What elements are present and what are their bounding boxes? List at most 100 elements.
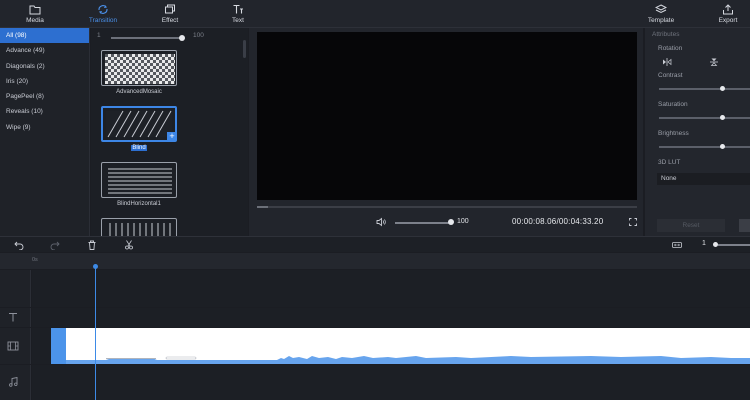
transition-item-advancedmosaic[interactable]: AdvancedMosaic [101, 50, 177, 95]
saturation-knob[interactable] [720, 115, 726, 120]
saturation-label: Saturation [658, 101, 688, 108]
top-toolbar: Media Transition Effect Text Template Ex… [0, 0, 750, 28]
volume-value: 100 [457, 218, 469, 225]
duration-max: 100 [193, 32, 204, 39]
layers-icon [655, 4, 667, 14]
flip-horizontal-icon[interactable] [662, 58, 672, 66]
media-button[interactable]: Media [15, 4, 55, 26]
contrast-label: Contrast [658, 72, 683, 79]
contrast-slider[interactable] [659, 88, 750, 90]
category-pagepeel[interactable]: PagePeel (8) [0, 89, 89, 104]
fit-timeline-icon[interactable] [672, 240, 682, 250]
zoom-value: 1 [702, 240, 706, 247]
export-label: Export [718, 17, 738, 24]
volume-icon[interactable] [376, 217, 386, 227]
add-transition-button[interactable]: + [167, 132, 175, 140]
ruler-zero-label: 0s [32, 257, 38, 263]
playback-progress-fill [257, 206, 269, 208]
video-preview[interactable] [257, 32, 637, 200]
timeline-ruler[interactable]: 0s [0, 253, 750, 269]
transition-label: BlindHorizontal1 [117, 201, 161, 207]
playhead-handle[interactable] [93, 264, 98, 269]
blind-pattern [106, 110, 172, 138]
apply-button[interactable] [739, 219, 750, 232]
track-header-audio [0, 365, 31, 400]
category-advance[interactable]: Advance (49) [0, 43, 89, 58]
duration-min: 1 [97, 32, 101, 39]
track-header-overlay [0, 270, 31, 307]
track-header-text [0, 308, 31, 327]
text-track[interactable] [32, 308, 750, 327]
effect-label: Effect [161, 17, 179, 24]
brightness-knob[interactable] [720, 144, 726, 149]
redo-icon[interactable] [50, 240, 60, 250]
playhead[interactable] [95, 266, 96, 400]
audio-track[interactable] [32, 365, 750, 400]
template-button[interactable]: Template [641, 4, 681, 26]
attributes-panel: Attributes Rotation Contrast Saturation … [645, 28, 750, 236]
playback-time: 00:00:08.06/00:04:33.20 [512, 217, 604, 226]
template-label: Template [647, 17, 675, 24]
flip-vertical-icon[interactable] [709, 58, 719, 66]
text-icon [233, 4, 243, 14]
undo-icon[interactable] [14, 240, 24, 250]
duration-slider[interactable]: 1 100 [97, 32, 247, 42]
preview-panel: 100 00:00:08.06/00:04:33.20 [249, 28, 643, 236]
category-diagonals[interactable]: Diagonals (2) [0, 59, 89, 74]
media-label: Media [26, 17, 44, 24]
playback-progress-bar[interactable] [257, 206, 637, 208]
transition-thumbnail[interactable] [101, 50, 177, 86]
contrast-knob[interactable] [720, 86, 726, 91]
overlay-track[interactable] [32, 270, 750, 307]
saturation-slider[interactable] [659, 117, 750, 119]
volume-slider[interactable] [395, 222, 453, 224]
rotation-label: Rotation [658, 45, 683, 52]
category-wipe[interactable]: Wipe (9) [0, 120, 89, 135]
folder-icon [29, 5, 41, 15]
transition-category-list: All (98) Advance (49) Diagonals (2) Iris… [0, 28, 90, 236]
fullscreen-icon[interactable] [629, 218, 637, 226]
zoom-slider[interactable] [718, 244, 750, 246]
transition-gallery: 1 100 AdvancedMosaic + Blind BlindHorizo… [91, 28, 248, 236]
transition-thumbnail[interactable] [101, 162, 177, 198]
lut-label: 3D LUT [658, 159, 681, 166]
clip-trim-handle[interactable] [51, 328, 66, 364]
attributes-title: Attributes [652, 31, 680, 38]
transition-button[interactable]: Transition [83, 4, 123, 26]
text-label: Text [232, 17, 244, 24]
music-note-icon [9, 377, 18, 387]
brightness-label: Brightness [658, 130, 689, 137]
film-icon [7, 341, 19, 351]
export-button[interactable]: Export [708, 4, 748, 26]
gallery-scrollbar[interactable] [243, 40, 246, 58]
delete-icon[interactable] [87, 240, 97, 250]
effect-button[interactable]: Effect [150, 4, 190, 26]
category-all[interactable]: All (98) [0, 28, 89, 44]
brightness-slider[interactable] [659, 146, 750, 148]
split-icon[interactable] [124, 240, 134, 250]
duration-knob[interactable] [179, 34, 185, 41]
effect-icon [165, 4, 175, 14]
volume-knob[interactable] [448, 219, 454, 225]
blind-vertical-pattern [109, 223, 171, 236]
audio-waveform [66, 356, 750, 364]
transition-label: Transition [88, 17, 118, 24]
transition-item-blindvertical[interactable] [101, 218, 177, 236]
category-iris[interactable]: Iris (20) [0, 74, 89, 89]
export-icon [723, 4, 733, 15]
reset-button[interactable]: Reset [657, 219, 725, 232]
transition-thumbnail[interactable]: + [101, 106, 177, 142]
lut-select[interactable]: None [657, 173, 750, 185]
blind-horizontal-pattern [108, 168, 172, 194]
transition-icon [98, 5, 108, 14]
transition-label: Blind [131, 145, 147, 151]
text-button[interactable]: Text [218, 4, 258, 26]
duration-track[interactable] [111, 37, 181, 39]
transition-label: AdvancedMosaic [116, 89, 162, 95]
text-track-icon [9, 313, 17, 322]
timeline-toolbar: 1 [0, 236, 750, 252]
transition-thumbnail[interactable] [101, 218, 177, 236]
transition-item-blindhorizontal1[interactable]: BlindHorizontal1 [101, 162, 177, 207]
transition-item-blind[interactable]: + Blind [101, 106, 177, 151]
category-reveals[interactable]: Reveals (10) [0, 104, 89, 119]
